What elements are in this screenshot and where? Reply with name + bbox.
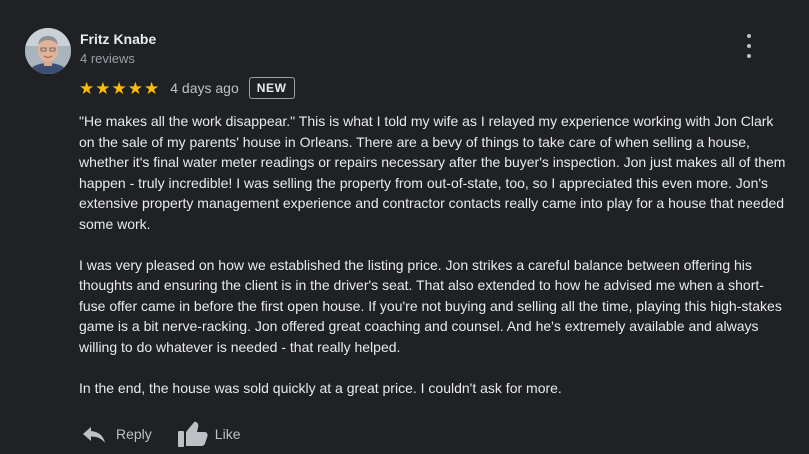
like-button[interactable]: Like (177, 421, 241, 447)
more-dot (747, 34, 751, 38)
star-icon: ★ (79, 78, 95, 98)
star-icon: ★ (144, 78, 160, 98)
avatar[interactable] (25, 28, 71, 74)
reply-arrow-icon (83, 427, 105, 443)
review-card: Fritz Knabe 4 reviews ★ ★ ★ ★ ★ 4 days a… (0, 0, 809, 454)
more-options-icon[interactable] (738, 34, 760, 58)
author-review-count: 4 reviews (80, 51, 135, 66)
review-actions: Reply Like (82, 420, 240, 448)
star-icon: ★ (95, 78, 111, 98)
author-name[interactable]: Fritz Knabe (80, 30, 156, 48)
more-dot (747, 54, 751, 58)
star-icon: ★ (111, 78, 127, 98)
rating-row: ★ ★ ★ ★ ★ 4 days ago NEW (79, 76, 295, 100)
review-paragraph: "He makes all the work disappear." This … (79, 113, 786, 232)
reply-label: Reply (116, 426, 152, 442)
review-paragraph: In the end, the house was sold quickly a… (79, 379, 562, 396)
more-dot (747, 44, 751, 48)
review-date: 4 days ago (170, 80, 239, 96)
star-icon: ★ (127, 78, 143, 98)
review-paragraph: I was very pleased on how we established… (79, 256, 782, 355)
like-label: Like (214, 426, 241, 442)
thumbs-up-icon (177, 421, 208, 447)
avatar-photo (25, 28, 71, 74)
reply-button[interactable]: Reply (82, 424, 152, 444)
star-rating: ★ ★ ★ ★ ★ (79, 80, 160, 97)
new-badge: NEW (248, 77, 295, 99)
review-text: "He makes all the work disappear." This … (79, 111, 789, 398)
